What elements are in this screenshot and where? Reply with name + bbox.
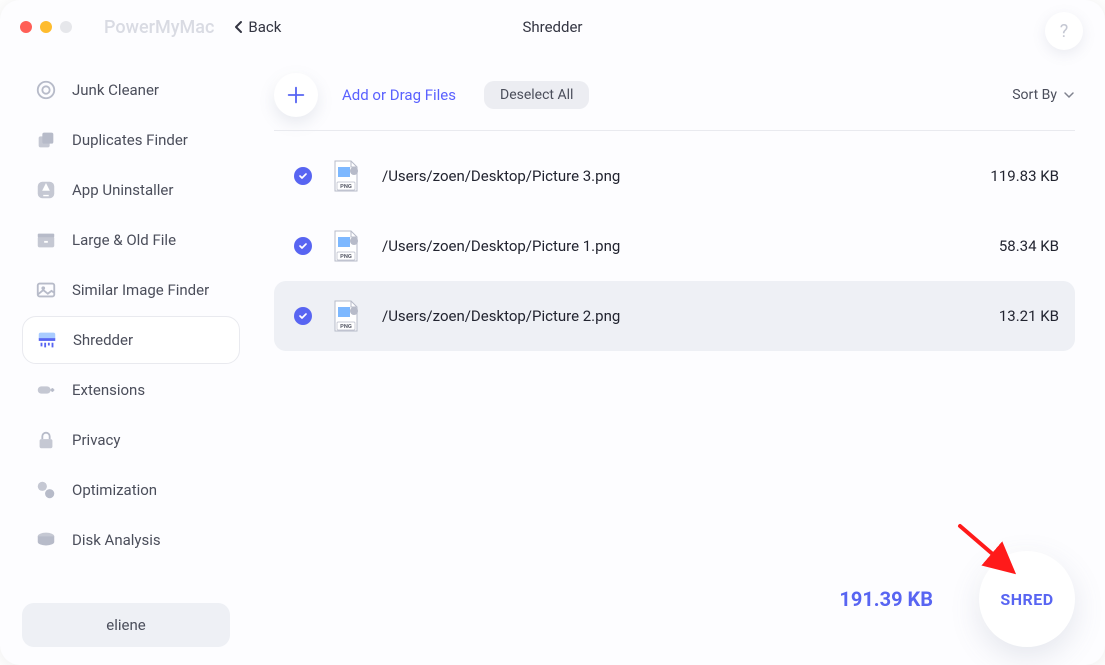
help-button[interactable]: ? [1045,12,1083,50]
sidebar: Junk Cleaner Duplicates Finder App Unins… [0,54,252,665]
png-file-icon: PNG [332,229,360,263]
plus-icon [285,84,307,106]
file-size: 119.83 KB [990,167,1059,185]
chevron-left-icon [234,20,244,34]
add-files-label[interactable]: Add or Drag Files [342,86,456,104]
similar-image-finder-icon [34,278,58,302]
sidebar-item-junk-cleaner[interactable]: Junk Cleaner [22,66,240,114]
svg-text:PNG: PNG [340,324,352,330]
file-path: /Users/zoen/Desktop/Picture 2.png [382,307,620,325]
duplicates-finder-icon [34,128,58,152]
checkbox-checked-icon[interactable] [294,167,312,185]
sidebar-item-label: Disk Analysis [72,531,161,549]
app-uninstaller-icon [34,178,58,202]
checkbox-checked-icon[interactable] [294,307,312,325]
optimization-icon [34,478,58,502]
sort-by-label: Sort By [1012,87,1057,103]
sidebar-item-disk-analysis[interactable]: Disk Analysis [22,516,240,564]
sidebar-item-extensions[interactable]: Extensions [22,366,240,414]
png-file-icon: PNG [332,159,360,193]
checkbox-checked-icon[interactable] [294,237,312,255]
sidebar-item-label: App Uninstaller [72,181,173,199]
divider [274,130,1075,131]
file-size: 13.21 KB [999,307,1059,325]
sidebar-item-label: Privacy [72,431,120,449]
minimize-window-button[interactable] [40,21,52,33]
sidebar-item-app-uninstaller[interactable]: App Uninstaller [22,166,240,214]
sidebar-item-label: Extensions [72,381,145,399]
sidebar-item-large-old-file[interactable]: Large & Old File [22,216,240,264]
sidebar-item-duplicates-finder[interactable]: Duplicates Finder [22,116,240,164]
privacy-icon [34,428,58,452]
footer: 191.39 KB SHRED [839,551,1075,647]
total-size: 191.39 KB [839,587,933,611]
sidebar-item-label: Similar Image Finder [72,281,209,299]
window-controls [20,21,72,33]
svg-text:PNG: PNG [340,184,352,190]
file-row[interactable]: PNG /Users/zoen/Desktop/Picture 1.png 58… [274,211,1075,281]
junk-cleaner-icon [34,78,58,102]
sidebar-item-label: Large & Old File [72,231,176,249]
file-path: /Users/zoen/Desktop/Picture 3.png [382,167,620,185]
sort-by-button[interactable]: Sort By [1012,87,1075,103]
file-row[interactable]: PNG /Users/zoen/Desktop/Picture 3.png 11… [274,141,1075,211]
sidebar-item-shredder[interactable]: Shredder [22,316,240,364]
user-account-button[interactable]: eliene [22,603,230,647]
page-title: Shredder [522,18,582,36]
sidebar-item-optimization[interactable]: Optimization [22,466,240,514]
chevron-down-icon [1063,91,1075,99]
file-size: 58.34 KB [999,237,1059,255]
sidebar-item-label: Junk Cleaner [72,81,159,99]
sidebar-item-label: Shredder [73,331,133,349]
sidebar-item-privacy[interactable]: Privacy [22,416,240,464]
back-button[interactable]: Back [234,18,281,36]
sidebar-item-label: Duplicates Finder [72,131,188,149]
file-row[interactable]: PNG /Users/zoen/Desktop/Picture 2.png 13… [274,281,1075,351]
close-window-button[interactable] [20,21,32,33]
shred-button[interactable]: SHRED [979,551,1075,647]
main-content: Add or Drag Files Deselect All Sort By P… [252,54,1105,665]
shredder-icon [35,328,59,352]
toolbar: Add or Drag Files Deselect All Sort By [274,72,1075,130]
maximize-window-button[interactable] [60,21,72,33]
app-name: PowerMyMac [104,17,214,38]
deselect-all-button[interactable]: Deselect All [484,81,589,109]
add-files-button[interactable] [274,73,318,117]
file-list: PNG /Users/zoen/Desktop/Picture 3.png 11… [274,141,1075,351]
extensions-icon [34,378,58,402]
title-bar: PowerMyMac Back Shredder ? [0,0,1105,54]
file-path: /Users/zoen/Desktop/Picture 1.png [382,237,620,255]
disk-analysis-icon [34,528,58,552]
sidebar-item-similar-image-finder[interactable]: Similar Image Finder [22,266,240,314]
svg-text:PNG: PNG [340,254,352,260]
sidebar-item-label: Optimization [72,481,157,499]
large-old-file-icon [34,228,58,252]
back-label: Back [248,18,281,36]
png-file-icon: PNG [332,299,360,333]
